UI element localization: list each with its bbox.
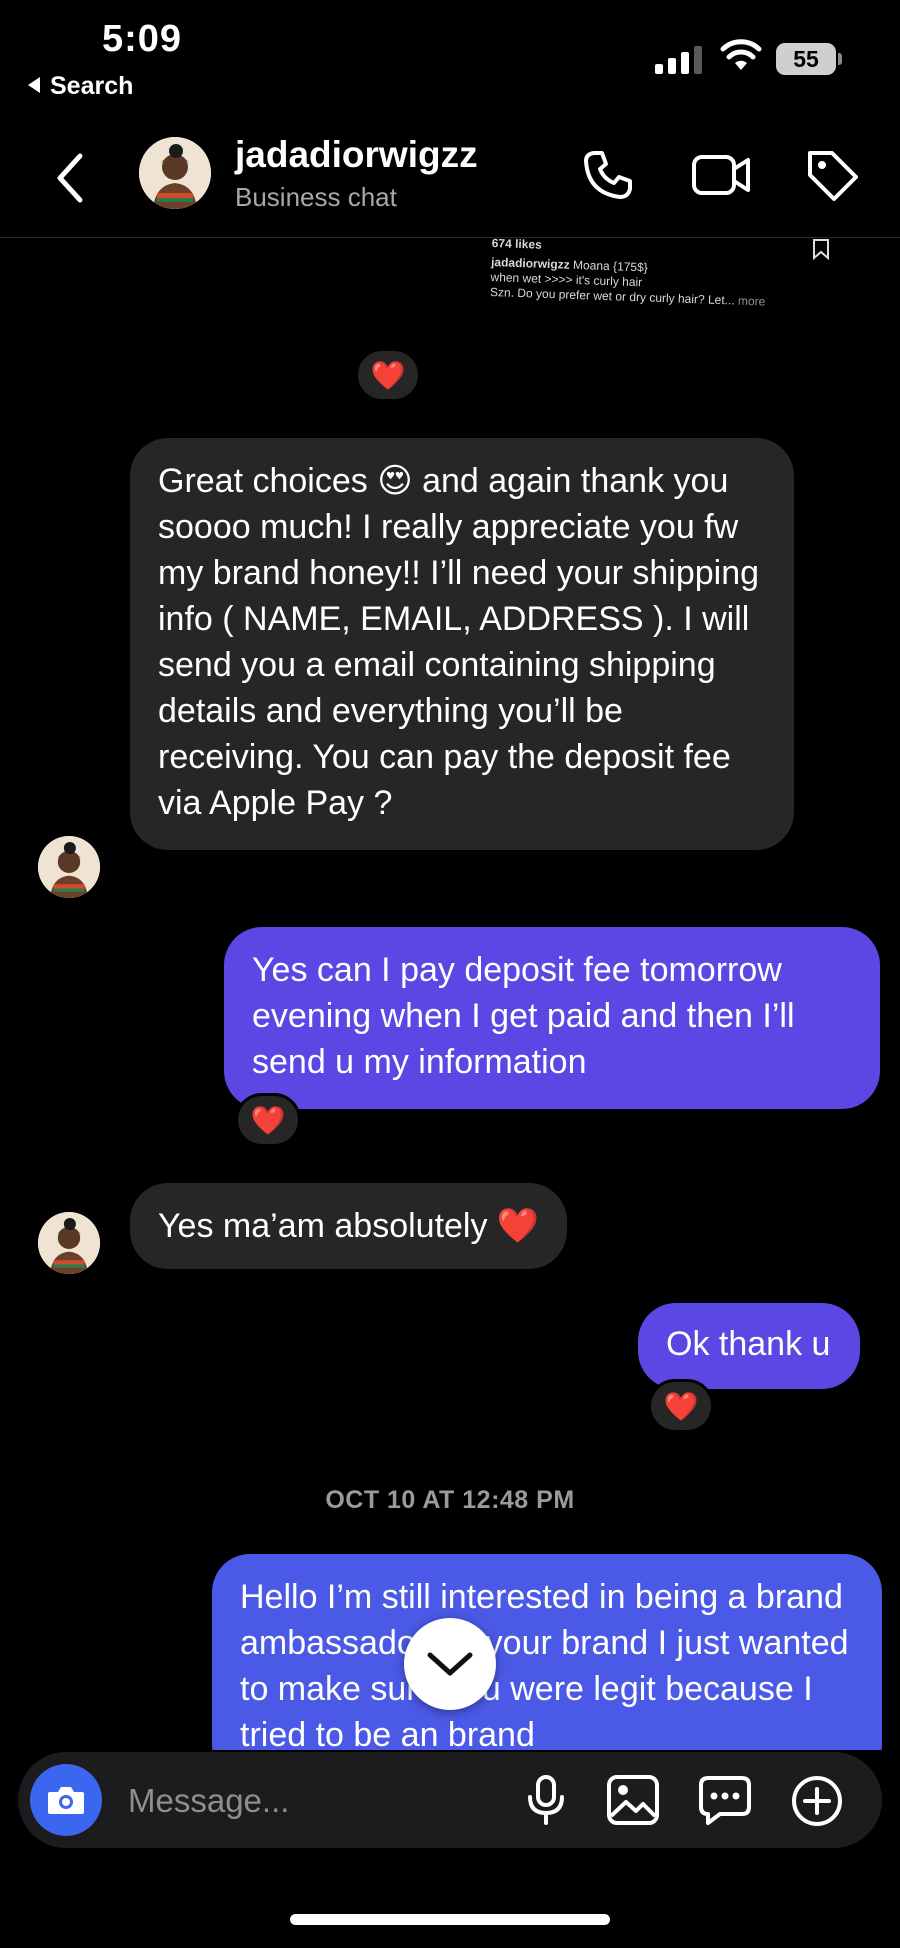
message-bubble-sent[interactable]: Yes can I pay deposit fee tomorrow eveni… — [224, 927, 880, 1109]
sticker-chat-icon[interactable] — [698, 1774, 752, 1826]
gallery-icon[interactable] — [606, 1774, 660, 1826]
avatar-illustration — [139, 137, 211, 209]
message-composer — [18, 1752, 882, 1848]
sender-avatar[interactable] — [38, 1212, 100, 1274]
contact-avatar[interactable] — [139, 137, 211, 209]
phone-icon[interactable] — [580, 147, 636, 203]
avatar-illustration — [38, 1212, 100, 1274]
battery-level: 55 — [793, 46, 819, 72]
chat-header: jadadiorwigzz Business chat — [0, 120, 900, 238]
avatar-illustration — [38, 836, 100, 898]
microphone-icon[interactable] — [526, 1774, 566, 1826]
back-to-app-link[interactable]: Search — [28, 72, 133, 101]
battery-icon: 55 — [776, 43, 842, 75]
message-input[interactable] — [128, 1778, 508, 1824]
message-bubble-received[interactable]: Yes ma’am absolutely ❤️ — [130, 1183, 568, 1269]
wifi-icon — [720, 39, 762, 70]
back-app-label: Search — [50, 72, 134, 100]
message-reaction[interactable]: ❤️ — [235, 1093, 301, 1147]
plus-circle-icon[interactable] — [790, 1774, 844, 1828]
post-more-link[interactable]: more — [738, 294, 766, 309]
chevron-left-icon[interactable] — [52, 150, 88, 206]
bookmark-icon[interactable] — [812, 238, 830, 260]
shared-post-preview[interactable]: 674 likes jadadiorwigzz Moana {175$} whe… — [490, 236, 837, 312]
message-reaction[interactable]: ❤️ — [648, 1379, 714, 1433]
contact-name[interactable]: jadadiorwigzz — [235, 134, 478, 176]
message-bubble-received[interactable]: Great choices 😍 and again thank you sooo… — [130, 438, 794, 850]
scroll-to-bottom-button[interactable] — [404, 1618, 496, 1710]
business-chat-label: Business chat — [235, 182, 397, 212]
message-bubble-sent[interactable]: Hello I’m still interested in being a br… — [212, 1554, 882, 1750]
post-reaction[interactable]: ❤️ — [355, 348, 421, 402]
post-username: jadadiorwigzz — [490, 254, 570, 272]
sender-avatar[interactable] — [38, 836, 100, 898]
conversation-timestamp: OCT 10 AT 12:48 PM — [325, 1486, 575, 1514]
camera-button[interactable] — [30, 1764, 102, 1836]
home-indicator[interactable] — [290, 1914, 610, 1925]
message-bubble-sent[interactable]: Ok thank u — [638, 1303, 861, 1389]
post-caption-line1: Moana {175$} — [572, 257, 649, 275]
back-triangle-icon — [28, 77, 40, 93]
chevron-down-icon — [427, 1652, 473, 1676]
video-camera-icon[interactable] — [690, 147, 754, 203]
camera-icon — [48, 1787, 84, 1814]
cellular-signal-icon — [655, 44, 703, 74]
status-time: 5:09 — [102, 18, 183, 60]
tag-icon[interactable] — [804, 147, 862, 205]
